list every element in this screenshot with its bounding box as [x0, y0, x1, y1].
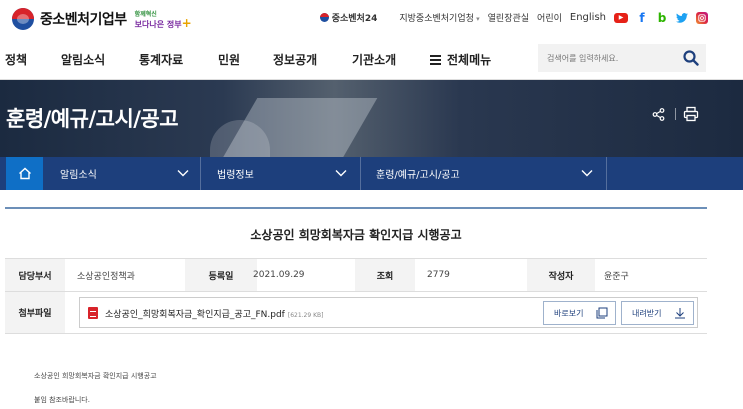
dept-label: 담당부서 [5, 259, 65, 291]
author-label: 작성자 [527, 259, 595, 291]
divider [606, 157, 607, 190]
brand24-link[interactable]: 중소벤처24 [319, 11, 377, 24]
print-icon[interactable] [683, 106, 699, 122]
breadcrumb-news-dropdown[interactable]: 알림소식 [60, 157, 200, 190]
nav-statistics[interactable]: 통계자료 [139, 51, 183, 68]
nav-civil-service[interactable]: 민원 [218, 51, 240, 68]
divider [675, 108, 676, 120]
post-info-row: 담당부서 소상공인정책과 등록일 2021.09.29 조회 2779 작성자 … [5, 258, 707, 292]
logo-text: 중소벤처기업부 [40, 12, 127, 28]
search-icon[interactable] [683, 50, 699, 66]
slogan: 함께혁신 보다나은 정부+ [134, 10, 192, 30]
home-button[interactable] [6, 157, 43, 190]
all-menu-button[interactable]: 전체메뉴 [430, 51, 491, 68]
government-emblem-icon [12, 8, 34, 30]
minister-link[interactable]: 열린장관실 [488, 11, 529, 24]
download-file-button[interactable]: 내려받기 [621, 301, 694, 325]
nav-policy[interactable]: 정책 [5, 51, 27, 68]
page-title: 훈령/예규/고시/공고 [6, 107, 179, 131]
file-size: [621.29 KB] [287, 312, 324, 319]
views-value: 2779 [427, 270, 450, 280]
attachment-box: 소상공인_희망회복자금_확인지급_공고_FN.pdf [621.29 KB] 바로… [79, 297, 698, 328]
utility-bar: 중소벤처24 지방중소벤처기업청 열린장관실 어린이 English ▶ f b [319, 11, 708, 25]
dept-value: 소상공인정책과 [77, 271, 135, 282]
breadcrumb-notice-dropdown[interactable]: 훈령/예규/고시/공고 [376, 157, 606, 190]
regional-office-dropdown[interactable]: 지방중소벤처기업청 [399, 11, 479, 24]
attach-label: 첨부파일 [5, 292, 65, 333]
brand24-icon [319, 13, 329, 22]
top-header: 중소벤처기업부 함께혁신 보다나은 정부+ 중소벤처24 지방중소벤처기업청 열… [0, 0, 743, 36]
chevron-down-icon [335, 170, 347, 177]
page-banner: 훈령/예규/고시/공고 [0, 80, 743, 157]
hamburger-icon [430, 53, 441, 67]
chevron-down-icon [177, 170, 189, 177]
facebook-icon[interactable]: f [636, 11, 648, 25]
post-title: 소상공인 희망회복자금 확인지급 시행공고 [250, 228, 462, 242]
post-body-line: 붙임 참조바랍니다. [34, 396, 90, 404]
date-label: 등록일 [185, 259, 257, 291]
blog-icon[interactable]: b [656, 11, 668, 25]
download-icon [675, 308, 685, 319]
twitter-icon[interactable] [676, 12, 688, 24]
plus-icon: + [181, 15, 192, 30]
sns-links: ▶ f b [614, 11, 708, 25]
breadcrumb-law-dropdown[interactable]: 법령정보 [217, 157, 360, 190]
date-value: 2021.09.29 [253, 270, 305, 280]
author-value: 윤준구 [604, 271, 629, 282]
view-file-button[interactable]: 바로보기 [543, 301, 616, 325]
chevron-down-icon [581, 170, 593, 177]
instagram-icon[interactable] [696, 11, 708, 24]
preview-icon [596, 307, 608, 319]
search-input[interactable] [538, 44, 706, 72]
divider [360, 157, 361, 190]
content-top-rule [5, 207, 707, 209]
post-body-line: 소상공인 희망회복자금 확인지급 시행공고 [34, 372, 157, 380]
nav-about[interactable]: 기관소개 [352, 51, 396, 68]
divider [200, 157, 201, 190]
english-link[interactable]: English [570, 12, 606, 23]
kids-link[interactable]: 어린이 [537, 11, 562, 24]
home-icon [18, 167, 31, 180]
main-navigation: 정책 알림소식 통계자료 민원 정보공개 기관소개 전체메뉴 [0, 36, 743, 80]
nav-news[interactable]: 알림소식 [61, 51, 105, 68]
youtube-icon[interactable]: ▶ [614, 12, 628, 23]
site-logo[interactable]: 중소벤처기업부 함께혁신 보다나은 정부+ [12, 8, 192, 30]
attachment-row: 첨부파일 소상공인_희망회복자금_확인지급_공고_FN.pdf [621.29 K… [5, 292, 707, 334]
pdf-icon [88, 307, 98, 319]
attachment-link[interactable]: 소상공인_희망회복자금_확인지급_공고_FN.pdf [621.29 KB] [105, 307, 324, 320]
share-icon[interactable] [652, 108, 665, 121]
views-label: 조회 [355, 259, 415, 291]
nav-information[interactable]: 정보공개 [273, 51, 317, 68]
breadcrumb: 알림소식 법령정보 훈령/예규/고시/공고 [0, 157, 743, 190]
